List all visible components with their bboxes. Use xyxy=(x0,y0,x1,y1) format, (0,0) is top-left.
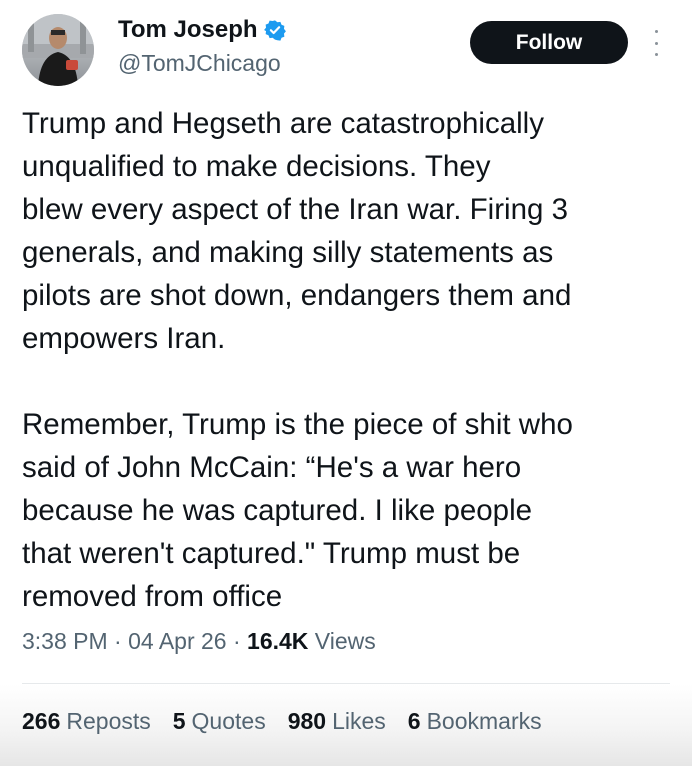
quotes-count: 5 xyxy=(172,708,186,734)
tweet-line: Trump and Hegseth are catastrophically xyxy=(22,107,544,140)
views-label: Views xyxy=(314,628,376,654)
tweet-text: Trump and Hegseth are catastrophically u… xyxy=(22,102,672,618)
follow-button[interactable]: Follow xyxy=(470,21,628,64)
likes-count: 980 xyxy=(287,708,327,734)
tweet-line: removed from office xyxy=(22,580,283,613)
tweet-line: generals, and making silly statements as xyxy=(22,236,554,269)
tweet-meta: 3:38 PM · 04 Apr 26 · 16.4K Views xyxy=(22,628,376,655)
avatar-photo xyxy=(22,14,94,86)
author-name-row[interactable]: Tom Joseph xyxy=(118,16,286,44)
engagement-stats: 266 Reposts 5 Quotes 980 Likes 6 Bookmarks xyxy=(22,708,542,735)
tweet-date[interactable]: 04 Apr 26 xyxy=(128,628,226,654)
reposts-stat[interactable]: 266 Reposts xyxy=(22,708,151,735)
meta-separator: · xyxy=(232,628,248,654)
views-count: 16.4K xyxy=(247,628,309,654)
tweet-line: Remember, Trump is the piece of shit who xyxy=(22,408,573,441)
tweet-line: pilots are shot down, endangers them and xyxy=(22,279,572,312)
bookmarks-count: 6 xyxy=(407,708,421,734)
likes-label: Likes xyxy=(332,708,386,734)
author-name[interactable]: Tom Joseph xyxy=(118,16,258,44)
tweet-time[interactable]: 3:38 PM xyxy=(22,628,108,654)
author-handle[interactable]: @TomJChicago xyxy=(118,50,281,77)
reposts-count: 266 xyxy=(22,708,61,734)
quotes-stat[interactable]: 5 Quotes xyxy=(173,708,266,735)
quotes-label: Quotes xyxy=(191,708,266,734)
bookmarks-label: Bookmarks xyxy=(426,708,542,734)
bookmarks-stat[interactable]: 6 Bookmarks xyxy=(408,708,542,735)
meta-separator: · xyxy=(114,628,129,654)
tweet-line: empowers Iran. xyxy=(22,322,226,355)
reposts-label: Reposts xyxy=(66,708,151,734)
tweet-line: blew every aspect of the Iran war. Firin… xyxy=(22,193,569,226)
likes-stat[interactable]: 980 Likes xyxy=(288,708,386,735)
tweet-line: said of John McCain: “He's a war hero xyxy=(22,451,522,484)
verified-badge-icon xyxy=(263,19,286,41)
more-vertical-icon[interactable] xyxy=(651,30,661,56)
tweet-line: unqualified to make decisions. They xyxy=(22,150,491,183)
tweet-line: because he was captured. I like people xyxy=(22,494,533,527)
tweet-line: that weren't captured." Trump must be xyxy=(22,537,521,570)
avatar[interactable] xyxy=(22,14,94,86)
